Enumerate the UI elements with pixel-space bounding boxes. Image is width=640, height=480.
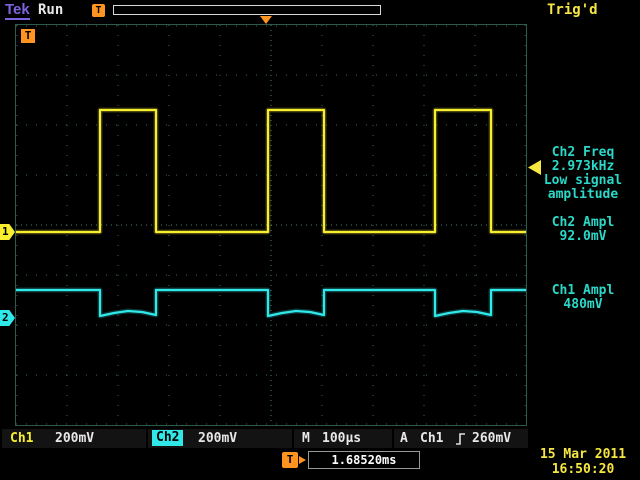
trigger-position-marker-icon (260, 16, 272, 24)
oscilloscope-screen: Tek Run T Trig'd T 1 2 Ch2 Freq 2.973kHz… (0, 0, 640, 480)
ch2-ampl-label: Ch2 Ampl (527, 215, 639, 230)
ch2-freq-value: 2.973kHz (527, 159, 639, 174)
trigger-status: Trig'd (547, 2, 598, 18)
timebase-value: 100µs (322, 431, 361, 446)
ch2-scale-label: Ch2 (152, 430, 183, 446)
waveform-display (16, 25, 526, 425)
channel2-ground-marker: 2 (0, 310, 15, 326)
ch2-ampl-value: 92.0mV (527, 229, 639, 244)
rising-edge-icon (455, 431, 467, 447)
trigger-t-marker: T (21, 29, 35, 43)
trigger-source: Ch1 (420, 431, 443, 446)
delay-time-readout: 1.68520ms (308, 451, 420, 469)
brand-logo: Tek (5, 1, 30, 20)
warning-line2: amplitude (527, 187, 639, 202)
acquisition-status: Run (38, 2, 63, 18)
date-display: 15 Mar 2011 (527, 447, 639, 462)
delay-arrow-icon (299, 456, 306, 464)
ch1-scale-label: Ch1 (10, 431, 33, 446)
trigger-mode-label: A (400, 431, 408, 446)
trigger-icon: T (92, 4, 105, 17)
trigger-level-value: 260mV (472, 431, 511, 446)
timebase-label: M (302, 431, 310, 446)
ch1-ampl-label: Ch1 Ampl (527, 283, 639, 298)
horizontal-record-bar (113, 5, 381, 15)
ch1-ampl-value: 480mV (527, 297, 639, 312)
ch2-freq-label: Ch2 Freq (527, 145, 639, 160)
delay-trigger-icon: T (282, 452, 298, 468)
graticule: T (15, 24, 527, 426)
channel1-ground-marker: 1 (0, 224, 15, 240)
ch1-scale-value: 200mV (55, 431, 94, 446)
time-display: 16:50:20 (527, 462, 639, 477)
warning-line1: Low signal (527, 173, 639, 188)
ch2-scale-value: 200mV (198, 431, 237, 446)
